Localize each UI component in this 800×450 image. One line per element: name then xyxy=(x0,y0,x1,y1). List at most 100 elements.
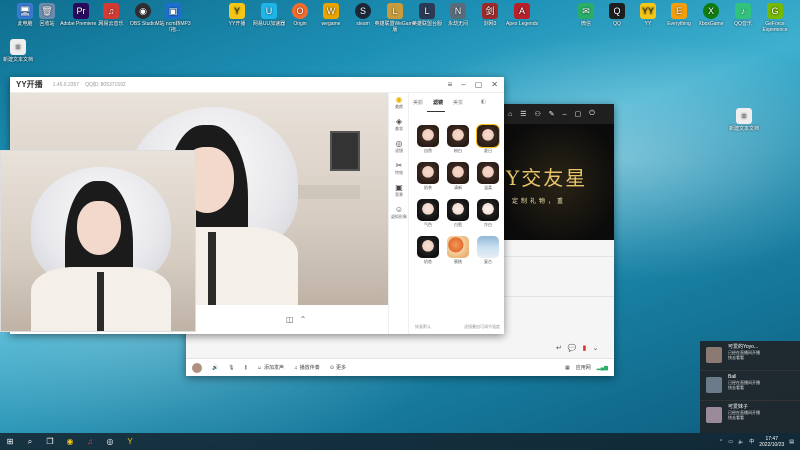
preview-controls: ◫ ⌃ xyxy=(286,315,306,324)
mixer-icon[interactable]: ⫼ xyxy=(245,365,247,371)
app-center-label[interactable]: 应用网 xyxy=(576,364,591,371)
filter-thumbnail xyxy=(477,199,499,221)
desktop-icon-text-file-2[interactable]: ≡ 新建文本文档 xyxy=(723,108,765,132)
account-id: QQ如: 805371592 xyxy=(85,82,126,88)
maximize-icon[interactable]: ▢ xyxy=(575,110,582,118)
voice-icon: ☺ xyxy=(256,364,263,371)
filter-item[interactable]: 白皙 xyxy=(445,199,471,228)
minimize-icon[interactable]: – xyxy=(461,80,465,89)
search-icon[interactable]: ⌕ xyxy=(20,433,40,450)
beauty-tabs: 美颜 滤镜 美妆 ◧ xyxy=(413,99,486,106)
side-item-beauty[interactable]: ◉ 美颜 xyxy=(389,93,409,115)
secondary-preview[interactable] xyxy=(0,150,196,332)
minimize-icon[interactable]: – xyxy=(563,111,567,118)
filter-item[interactable]: 奶茶 xyxy=(415,162,441,191)
filter-item[interactable]: 奶杏 xyxy=(415,236,441,265)
chrome-icon[interactable]: ◉ xyxy=(60,433,80,450)
apex-icon: A xyxy=(514,3,530,19)
beauty-panel: ◉ 美颜 ◈ 美妆 ◎ 滤镜 ✂ 特效 ▣ 背景 ☺ 虚拟形象 美颜 滤镜 美妆 ◧ 自然 … xyxy=(388,93,504,334)
tab-filter[interactable]: 滤镜 xyxy=(433,99,443,106)
notification-item[interactable]: 可爱的Yoyo... 已经在直播间开播 快去看看 xyxy=(700,341,800,371)
yy-app-icon: YY xyxy=(640,3,656,19)
yy-icon: Y xyxy=(229,3,245,19)
play-music-button[interactable]: ♫ 播放伴奏 xyxy=(294,364,320,372)
camera-icon[interactable]: ◫ xyxy=(286,315,294,324)
clock-date: 2022/10/23 xyxy=(759,441,785,448)
network-icon[interactable]: ▭ xyxy=(728,439,733,445)
side-item-filter[interactable]: ◎ 滤镜 xyxy=(389,137,409,159)
desktop-icon-geforce[interactable]: G GeForce Experience xyxy=(754,3,796,33)
filter-item[interactable]: 温柔 xyxy=(475,162,501,191)
filter-item[interactable]: 自然 xyxy=(415,125,441,154)
compare-icon[interactable]: ◧ xyxy=(481,99,486,106)
maximize-icon[interactable]: ▢ xyxy=(475,80,483,89)
more-button[interactable]: ⊙ 更多 xyxy=(330,364,346,372)
filter-item[interactable]: 气色 xyxy=(415,199,441,228)
tab-makeup[interactable]: 美妆 xyxy=(453,99,463,106)
room-toolbar: ⌂ ☰ ⚇ ✎ – ▢ ⏻ xyxy=(504,104,614,124)
side-item-avatar[interactable]: ☺ 虚拟形象 xyxy=(389,203,409,225)
filter-thumbnail xyxy=(477,236,499,258)
room-bottom-bar: 🔊 🎙 ⫼ ☺ 添加发声 ♫ 播放伴奏 ⊙ 更多 ▦ 应用网 ▂▄▆ xyxy=(186,358,614,376)
app-center-icon[interactable]: ▦ xyxy=(565,365,570,371)
obs-icon[interactable]: ◎ xyxy=(100,433,120,450)
clock[interactable]: 17:47 2022/10/23 xyxy=(759,436,784,448)
gamepad-icon[interactable]: ⚇ xyxy=(535,110,541,118)
mic-icon[interactable]: 🎙 xyxy=(228,365,234,371)
filter-item[interactable]: 夏日 xyxy=(475,124,501,154)
chat-bubble-icon[interactable]: 💬 xyxy=(568,344,577,352)
avatar xyxy=(706,407,722,423)
recycle-bin-icon: 🗑 xyxy=(39,3,55,19)
yy-live-window[interactable]: YY开播 1.45.0.2357 QQ如: 805371592 ≡ – ▢ ✕ xyxy=(0,77,504,334)
notification-item[interactable]: 可爱妹子 已经在直播间开播 快去看看 xyxy=(700,401,800,431)
desktop-icon-converter[interactable]: ▣ M站 ncm转MP3（拖... xyxy=(152,3,194,33)
banner-title: Y交友星 xyxy=(506,166,588,190)
menu-icon[interactable]: ≡ xyxy=(448,80,453,89)
reset-button[interactable]: 恢复默认 xyxy=(415,324,431,330)
qq-icon: Q xyxy=(609,3,625,19)
close-icon[interactable]: ✕ xyxy=(491,80,498,89)
desktop-icon-text-file-1[interactable]: ≡ 新建文本文档 xyxy=(0,39,39,63)
voice-button[interactable]: ☺ 添加发声 xyxy=(256,364,284,372)
chevron-down-icon[interactable]: ⌄ xyxy=(592,344,598,352)
filter-item[interactable]: 冷白 xyxy=(475,199,501,228)
notification-icon[interactable]: ▤ xyxy=(789,439,794,445)
side-item-makeup[interactable]: ◈ 美妆 xyxy=(389,115,409,137)
task-view-icon[interactable]: ❐ xyxy=(40,433,60,450)
wand-icon[interactable]: ✎ xyxy=(549,110,555,118)
filter-thumbnail xyxy=(476,124,500,148)
side-item-background[interactable]: ▣ 背景 xyxy=(389,181,409,203)
filter-thumbnail xyxy=(417,199,439,221)
side-item-effects[interactable]: ✂ 特效 xyxy=(389,159,409,181)
mic-red-icon[interactable]: ▮ xyxy=(583,344,587,352)
volume-icon[interactable]: 🔈 xyxy=(738,439,744,445)
chevron-up-icon[interactable]: ⌃ xyxy=(719,439,723,445)
power-icon[interactable]: ⏻ xyxy=(589,110,595,118)
notification-item[interactable]: Ball 已经在直播间开播 快去看看 xyxy=(700,371,800,401)
makeup-icon: ◈ xyxy=(395,117,403,126)
yy-icon[interactable]: Y xyxy=(120,433,140,450)
ime-icon[interactable]: 中 xyxy=(749,438,754,445)
filter-item[interactable]: 粉白 xyxy=(445,125,471,154)
lol-icon: L xyxy=(387,3,403,19)
avatar[interactable] xyxy=(192,362,202,373)
tab-beauty[interactable]: 美颜 xyxy=(413,99,423,106)
chevron-up-icon[interactable]: ⌃ xyxy=(300,315,307,324)
system-tray: ⌃ ▭ 🔈 中 17:47 2022/10/23 ▤ xyxy=(719,436,800,448)
speaker-icon[interactable]: 🔊 xyxy=(212,365,218,371)
filter-item[interactable]: 蜜桃 xyxy=(445,236,471,265)
everything-icon: E xyxy=(671,3,687,19)
home-icon[interactable]: ⌂ xyxy=(508,111,512,118)
lol-tw-icon: L xyxy=(419,3,435,19)
filter-item[interactable]: 清新 xyxy=(445,162,471,191)
filter-item[interactable]: 复古 xyxy=(475,236,501,265)
windows-start-icon[interactable]: ⊞ xyxy=(0,433,20,450)
jx3-icon: 剑 xyxy=(482,3,498,19)
desktop-icon-apex[interactable]: A Apex Legends xyxy=(501,3,543,27)
uu-icon: U xyxy=(261,3,277,19)
netease-music-icon[interactable]: ♫ xyxy=(80,433,100,450)
filter-thumbnail xyxy=(447,162,469,184)
list-icon[interactable]: ☰ xyxy=(520,110,526,118)
filter-grid: 自然 粉白 夏日 奶茶 清新 温柔 气色 白皙 冷白 奶杏 蜜桃 复古 xyxy=(415,124,503,265)
enter-icon[interactable]: ↵ xyxy=(556,344,562,352)
